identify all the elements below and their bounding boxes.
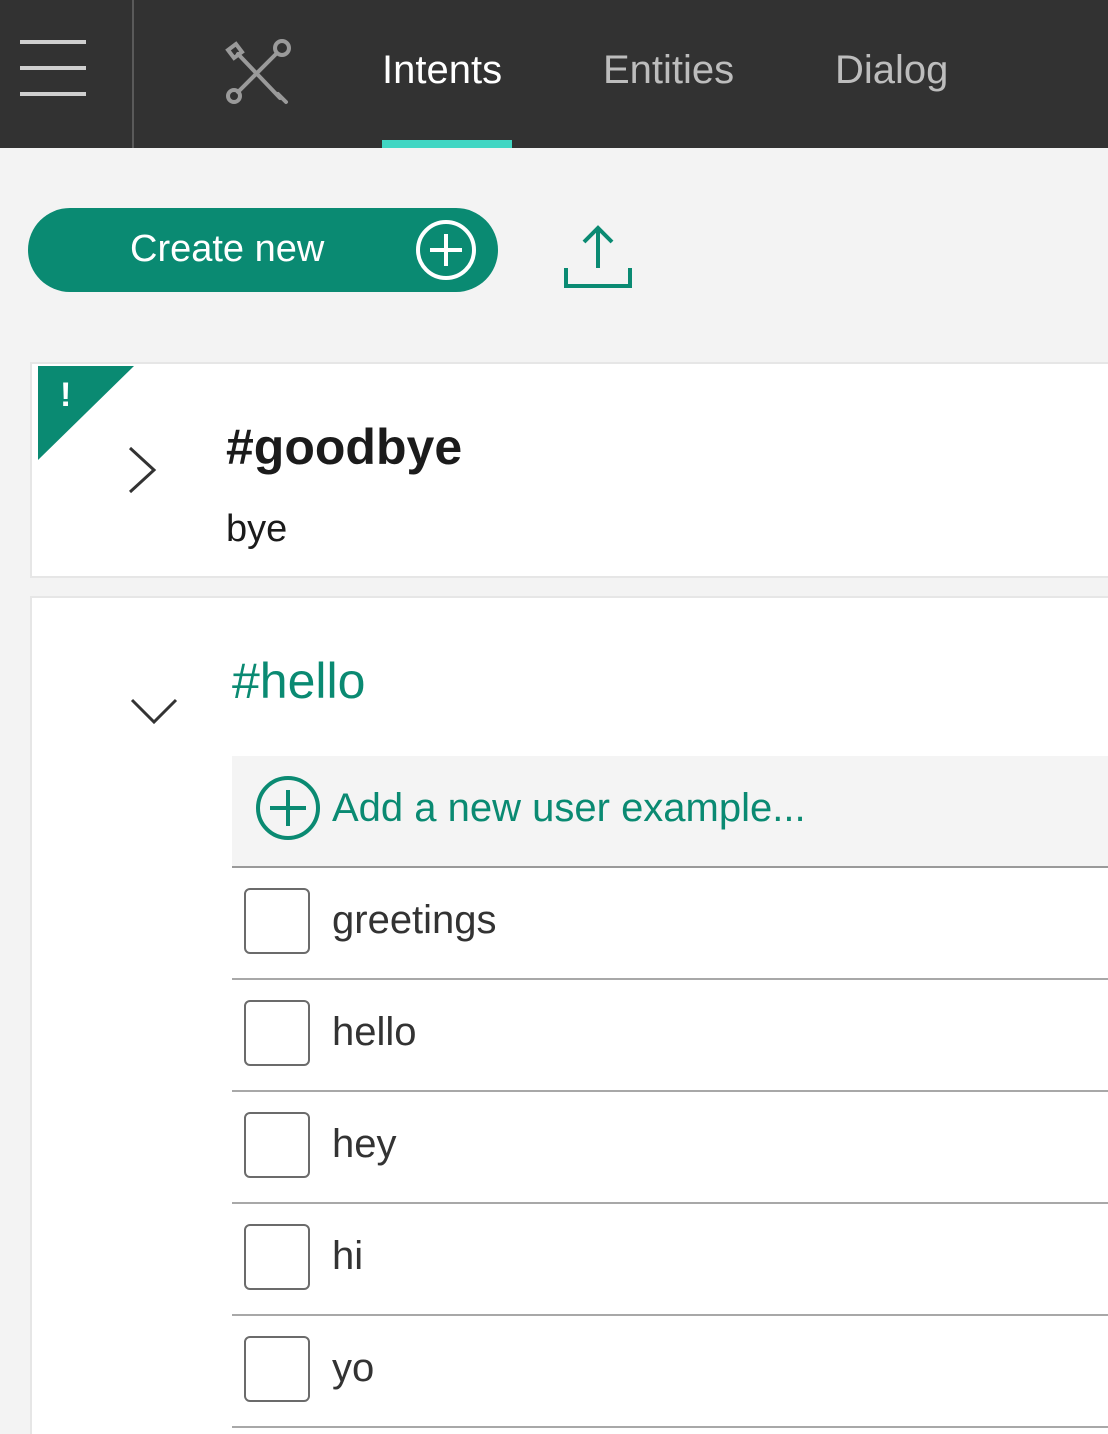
hamburger-menu-icon-line <box>20 66 86 70</box>
intent-name[interactable]: #goodbye <box>226 418 462 476</box>
intent-card-goodbye[interactable] <box>30 362 1108 578</box>
example-text[interactable]: greetings <box>332 898 497 943</box>
example-row: hello <box>232 980 1108 1092</box>
plus-circle-icon <box>416 220 476 280</box>
hamburger-menu-icon-line <box>20 40 86 44</box>
tab-intents[interactable]: Intents <box>382 48 502 93</box>
example-checkbox[interactable] <box>244 888 310 954</box>
warning-flag-mark: ! <box>60 376 72 414</box>
hamburger-menu-button[interactable] <box>0 0 134 148</box>
hamburger-menu-icon-line <box>20 92 86 96</box>
example-checkbox[interactable] <box>244 1336 310 1402</box>
example-row: greetings <box>232 868 1108 980</box>
plus-circle-icon <box>256 776 320 840</box>
example-row: hi <box>232 1204 1108 1316</box>
example-checkbox[interactable] <box>244 1000 310 1066</box>
chevron-right-icon[interactable] <box>124 444 158 496</box>
top-nav-bar: Intents Entities Dialog <box>0 0 1108 148</box>
intent-example-preview: bye <box>226 508 288 550</box>
chevron-down-icon[interactable] <box>128 694 180 728</box>
add-user-example-label: Add a new user example... <box>332 786 806 830</box>
example-checkbox[interactable] <box>244 1112 310 1178</box>
upload-icon[interactable] <box>562 224 634 290</box>
example-text[interactable]: yo <box>332 1346 374 1391</box>
example-row: hey <box>232 1092 1108 1204</box>
intent-name[interactable]: #hello <box>232 652 365 710</box>
example-text[interactable]: hi <box>332 1234 363 1279</box>
add-user-example-input[interactable]: Add a new user example... <box>232 756 1108 868</box>
example-checkbox[interactable] <box>244 1224 310 1290</box>
warning-flag-icon <box>38 366 134 460</box>
create-new-label: Create new <box>130 228 325 270</box>
active-tab-indicator <box>382 140 512 148</box>
example-row: yo <box>232 1316 1108 1428</box>
tab-dialog[interactable]: Dialog <box>835 48 948 93</box>
example-text[interactable]: hello <box>332 1010 417 1055</box>
example-text[interactable]: hey <box>332 1122 397 1167</box>
wrench-screwdriver-icon[interactable] <box>222 36 296 106</box>
tab-entities[interactable]: Entities <box>603 48 734 93</box>
